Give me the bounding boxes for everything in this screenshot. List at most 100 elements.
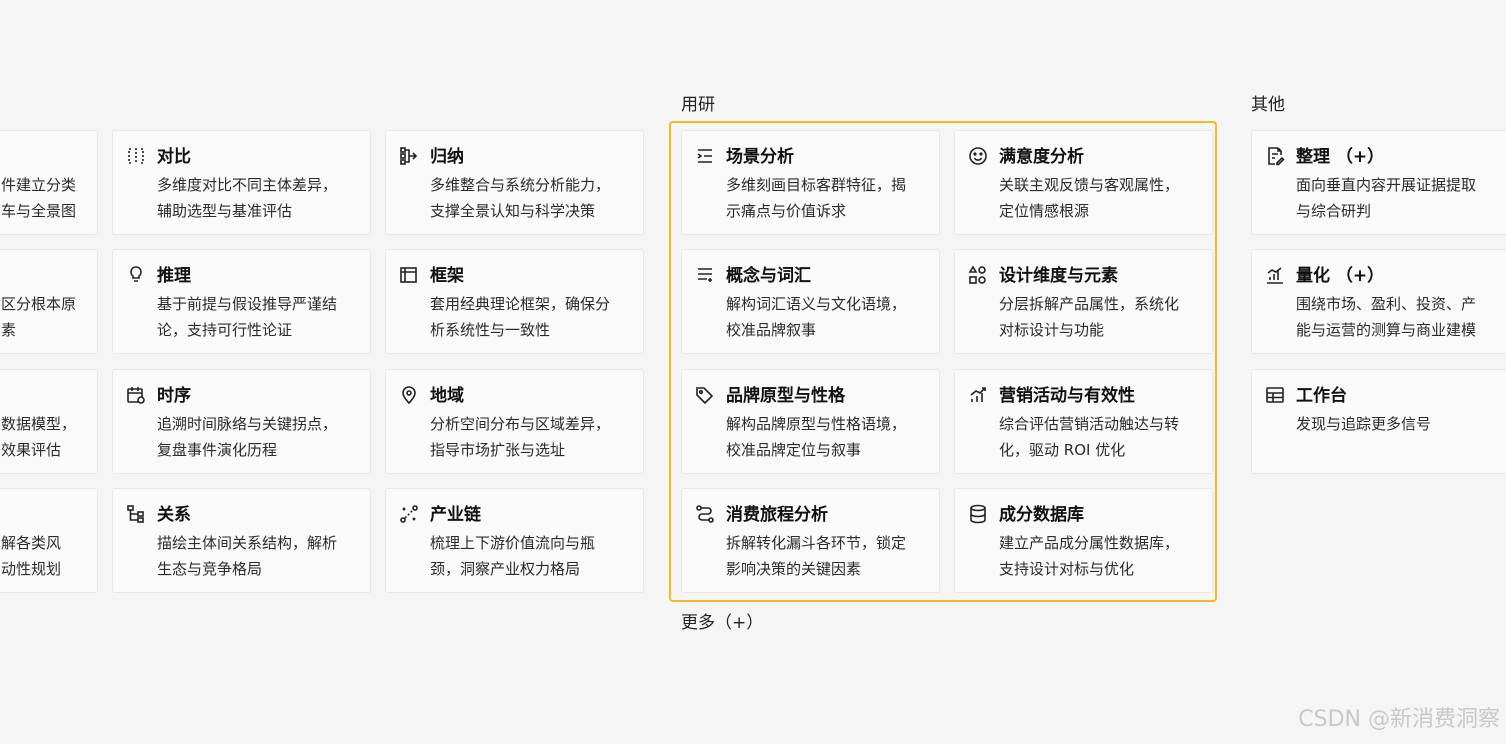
card-title: 量化 （+） (1296, 266, 1385, 286)
card-desc-line: 析系统性与一致性 (430, 321, 551, 339)
map-pin-icon (399, 385, 419, 405)
card-desc: 追溯时间脉络与关键拐点， 复盘事件演化历程 (157, 411, 369, 463)
compare-icon (126, 146, 146, 166)
watermark: CSDN @新消费洞察 (1298, 707, 1500, 732)
card-desc-line: 区分根本原 (1, 295, 77, 313)
card-partial-2[interactable]: 区分根本原素 (0, 249, 98, 354)
card-title: 产业链 (430, 505, 481, 525)
card-partial-1[interactable]: 件建立分类车与全景图 (0, 130, 98, 235)
card-desc: 分析空间分布与区域差异， 指导市场扩张与选址 (430, 411, 642, 463)
card-desc-line: 面向垂直内容开展证据提取 (1296, 176, 1477, 194)
tag-icon (695, 385, 715, 405)
card-desc: 多维度对比不同主体差异， 辅助选型与基准评估 (157, 172, 369, 224)
card-design-dimensions[interactable]: 设计维度与元素 分层拆解产品属性，系统化 对标设计与功能 (954, 249, 1213, 354)
card-compare[interactable]: 对比 多维度对比不同主体差异， 辅助选型与基准评估 (112, 130, 371, 235)
card-desc: 多维刻画目标客群特征，揭 示痛点与价值诉求 (726, 172, 938, 224)
card-desc: 多维整合与系统分析能力， 支撑全景认知与科学决策 (430, 172, 642, 224)
card-title: 时序 (157, 386, 191, 406)
card-organize[interactable]: 整理 （+） 面向垂直内容开展证据提取 与综合研判 (1251, 130, 1506, 235)
card-desc-line: 多维整合与系统分析能力， (430, 176, 611, 194)
card-induction[interactable]: 归纳 多维整合与系统分析能力， 支撑全景认知与科学决策 (385, 130, 644, 235)
card-desc-line: 分析空间分布与区域差异， (430, 415, 611, 433)
card-desc-line: 生态与竞争格局 (157, 560, 263, 578)
card-desc-line: 多维度对比不同主体差异， (157, 176, 338, 194)
card-title: 设计维度与元素 (999, 266, 1118, 286)
chain-icon (399, 504, 419, 524)
card-desc-line: 追溯时间脉络与关键拐点， (157, 415, 338, 433)
more-button[interactable]: 更多（+） (681, 613, 763, 633)
card-concept-vocabulary[interactable]: 概念与词汇 解构词汇语义与文化语境， 校准品牌叙事 (681, 249, 940, 354)
card-satisfaction[interactable]: 满意度分析 关联主观反馈与客观属性， 定位情感根源 (954, 130, 1213, 235)
card-desc: 描绘主体间关系结构，解析 生态与竞争格局 (157, 530, 369, 582)
card-desc-line: 支持设计对标与优化 (999, 560, 1135, 578)
journey-icon (695, 504, 715, 524)
card-desc: 关联主观反馈与客观属性， 定位情感根源 (999, 172, 1211, 224)
card-title: 满意度分析 (999, 147, 1084, 167)
card-ingredient-db[interactable]: 成分数据库 建立产品成分属性数据库， 支持设计对标与优化 (954, 488, 1213, 593)
card-desc-line: 指导市场扩张与选址 (430, 441, 566, 459)
card-desc-line: 影响决策的关键因素 (726, 560, 862, 578)
card-desc-line: 分层拆解产品属性，系统化 (999, 295, 1180, 313)
section-label-other: 其他 (1251, 95, 1285, 115)
smile-icon (968, 146, 988, 166)
card-consumer-journey[interactable]: 消费旅程分析 拆解转化漏斗各环节，锁定 影响决策的关键因素 (681, 488, 940, 593)
card-desc-line: 解各类风 (1, 534, 62, 552)
card-title: 营销活动与有效性 (999, 386, 1135, 406)
card-quantify[interactable]: 量化 （+） 围绕市场、盈利、投资、产 能与运营的测算与商业建模 (1251, 249, 1506, 354)
card-desc-line: 基于前提与假设推导严谨结 (157, 295, 338, 313)
card-desc-line: 关联主观反馈与客观属性， (999, 176, 1180, 194)
card-framework[interactable]: 框架 套用经典理论框架，确保分 析系统性与一致性 (385, 249, 644, 354)
card-desc-line: 校准品牌叙事 (726, 321, 817, 339)
card-desc: 套用经典理论框架，确保分 析系统性与一致性 (430, 291, 642, 343)
card-desc-line: 对标设计与功能 (999, 321, 1105, 339)
card-desc-line: 化，驱动 ROI 优化 (999, 441, 1126, 459)
card-reasoning[interactable]: 推理 基于前提与假设推导严谨结 论，支持可行性论证 (112, 249, 371, 354)
card-desc: 发现与追踪更多信号 (1296, 411, 1506, 437)
card-desc-line: 定位情感根源 (999, 202, 1090, 220)
card-desc-line: 数据模型， (1, 415, 77, 433)
card-title: 场景分析 (726, 147, 794, 167)
card-relation[interactable]: 关系 描绘主体间关系结构，解析 生态与竞争格局 (112, 488, 371, 593)
card-desc: 解构品牌原型与性格语境， 校准品牌定位与叙事 (726, 411, 938, 463)
card-desc: 分层拆解产品属性，系统化 对标设计与功能 (999, 291, 1211, 343)
section-label-user-research: 用研 (681, 95, 715, 115)
card-desc: 基于前提与假设推导严谨结 论，支持可行性论证 (157, 291, 369, 343)
bar-chart-icon (1265, 265, 1285, 285)
card-industry-chain[interactable]: 产业链 梳理上下游价值流向与瓶 颈，洞察产业权力格局 (385, 488, 644, 593)
card-scene-analysis[interactable]: 场景分析 多维刻画目标客群特征，揭 示痛点与价值诉求 (681, 130, 940, 235)
trend-bars-icon (968, 385, 988, 405)
card-title: 概念与词汇 (726, 266, 811, 286)
merge-icon (399, 146, 419, 166)
shapes-icon (968, 265, 988, 285)
card-partial-4[interactable]: 解各类风 动性规划 (0, 488, 98, 593)
card-title: 品牌原型与性格 (726, 386, 845, 406)
card-workbench[interactable]: 工作台 发现与追踪更多信号 (1251, 369, 1506, 474)
card-desc-line: 校准品牌定位与叙事 (726, 441, 862, 459)
card-desc-line: 多维刻画目标客群特征，揭 (726, 176, 907, 194)
card-partial-3[interactable]: 数据模型， 效果评估 (0, 369, 98, 474)
card-desc-line: 拆解转化漏斗各环节，锁定 (726, 534, 907, 552)
card-timeline[interactable]: 时序 追溯时间脉络与关键拐点， 复盘事件演化历程 (112, 369, 371, 474)
table-icon (1265, 385, 1285, 405)
card-title: 关系 (157, 505, 191, 525)
card-desc: 解构词汇语义与文化语境， 校准品牌叙事 (726, 291, 938, 343)
card-desc-line: 示痛点与价值诉求 (726, 202, 847, 220)
document-edit-icon (1265, 146, 1285, 166)
card-desc-line: 车与全景图 (1, 202, 77, 220)
lightbulb-icon (126, 265, 146, 285)
card-desc: 拆解转化漏斗各环节，锁定 影响决策的关键因素 (726, 530, 938, 582)
scene-list-icon (695, 146, 715, 166)
card-region[interactable]: 地域 分析空间分布与区域差异， 指导市场扩张与选址 (385, 369, 644, 474)
card-desc-line: 颈，洞察产业权力格局 (430, 560, 581, 578)
card-title: 地域 (430, 386, 464, 406)
card-title: 消费旅程分析 (726, 505, 828, 525)
card-marketing-effectiveness[interactable]: 营销活动与有效性 综合评估营销活动触达与转 化，驱动 ROI 优化 (954, 369, 1213, 474)
card-desc-line: 能与运营的测算与商业建模 (1296, 321, 1477, 339)
card-desc-line: 件建立分类 (1, 176, 77, 194)
card-brand-archetype[interactable]: 品牌原型与性格 解构品牌原型与性格语境， 校准品牌定位与叙事 (681, 369, 940, 474)
card-desc-line: 建立产品成分属性数据库， (999, 534, 1180, 552)
card-desc-line: 发现与追踪更多信号 (1296, 415, 1432, 433)
card-desc-line: 素 (1, 321, 17, 339)
text-lines-icon (695, 265, 715, 285)
card-desc-line: 综合评估营销活动触达与转 (999, 415, 1180, 433)
